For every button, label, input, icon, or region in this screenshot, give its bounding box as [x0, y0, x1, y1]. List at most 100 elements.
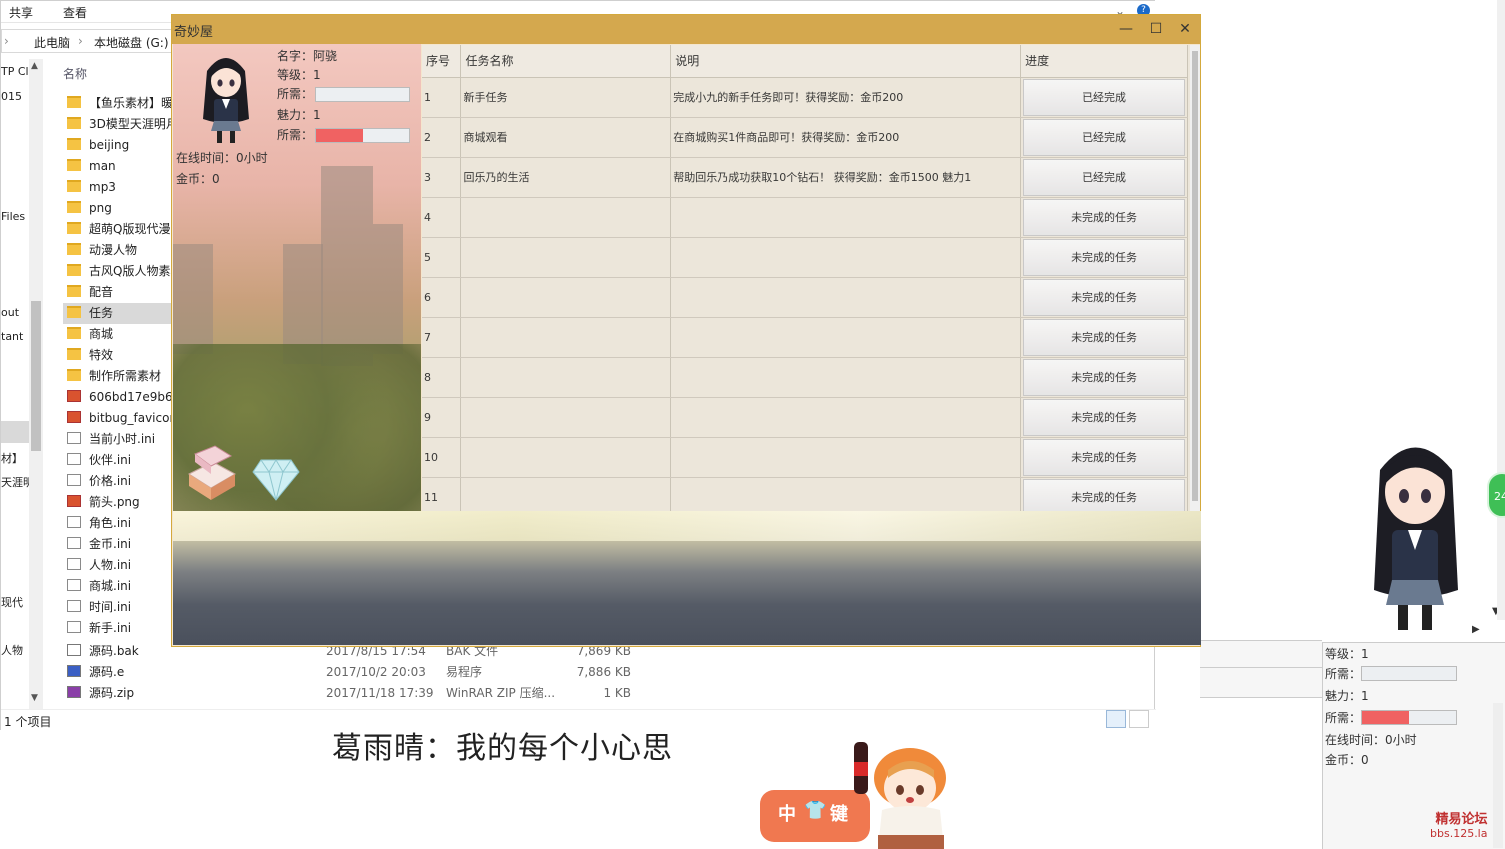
file-row[interactable]: 特效	[63, 345, 178, 366]
task-status-button[interactable]: 未完成的任务	[1023, 358, 1185, 396]
large-icons-view-icon[interactable]	[1129, 710, 1149, 728]
task-row[interactable]: 8 未完成的任务	[422, 357, 1188, 398]
file-row[interactable]: 当前小时.ini	[63, 429, 178, 450]
file-row[interactable]: 新手.ini	[63, 618, 178, 639]
file-row[interactable]: 箭头.png	[63, 492, 178, 513]
file-row[interactable]: 606bd17e9b6a	[63, 387, 178, 408]
file-row[interactable]: 人物.ini	[63, 555, 178, 576]
maximize-button[interactable]: ☐	[1142, 18, 1170, 40]
file-row[interactable]: 金币.ini	[63, 534, 178, 555]
ini-file-icon	[67, 579, 81, 591]
task-name	[460, 357, 672, 398]
book-icon[interactable]	[185, 444, 237, 502]
task-status-button[interactable]: 未完成的任务	[1023, 198, 1185, 236]
nav-item[interactable]: tant	[1, 330, 23, 343]
address-bar[interactable]: › 此电脑 › 本地磁盘 (G:)	[1, 29, 176, 53]
task-status-button[interactable]: 已经完成	[1023, 158, 1185, 196]
file-row[interactable]: 角色.ini	[63, 513, 178, 534]
task-name	[460, 237, 672, 278]
task-row[interactable]: 5 未完成的任务	[422, 237, 1188, 278]
col-header-id[interactable]: 序号	[422, 45, 462, 78]
file-name: 任务	[89, 306, 114, 320]
scroll-right-icon[interactable]: ▶	[1472, 624, 1480, 635]
file-row[interactable]: 源码.e 2017/10/2 20:03 易程序 7,886 KB	[63, 662, 663, 683]
close-button[interactable]: ✕	[1171, 18, 1199, 40]
col-header-progress[interactable]: 进度	[1020, 45, 1188, 78]
file-row[interactable]: man	[63, 156, 178, 177]
shirt-icon: 👕	[804, 800, 827, 821]
task-row[interactable]: 2 商城观看 在商城购买1件商品即可！获得奖励：金币200 已经完成	[422, 117, 1188, 158]
file-row[interactable]: 商城.ini	[63, 576, 178, 597]
sky-highlight	[173, 511, 1201, 541]
ribbon-tab-view[interactable]: 查看	[63, 4, 87, 21]
task-row[interactable]: 3 回乐乃的生活 帮助回乐乃成功获取10个钻石！ 获得奖励：金币1500 魅力1 已经…	[422, 157, 1188, 198]
task-row[interactable]: 9 未完成的任务	[422, 397, 1188, 438]
task-status-button[interactable]: 未完成的任务	[1023, 398, 1185, 436]
file-row[interactable]: beijing	[63, 135, 178, 156]
file-row[interactable]: 古风Q版人物素材	[63, 261, 178, 282]
file-row[interactable]: 源码.zip 2017/11/18 17:39 WinRAR ZIP 压缩... 1 …	[63, 683, 663, 704]
task-row[interactable]: 1 新手任务 完成小九的新手任务即可！获得奖励：金币200 已经完成	[422, 77, 1188, 118]
task-row[interactable]: 10 未完成的任务	[422, 437, 1188, 478]
task-row[interactable]: 6 未完成的任务	[422, 277, 1188, 318]
background-building	[373, 224, 403, 354]
breadcrumb-this-pc[interactable]: 此电脑	[34, 34, 70, 51]
file-row[interactable]: bitbug_favicon.	[63, 408, 178, 429]
folder-icon	[67, 96, 81, 108]
ribbon-tab-share[interactable]: 共享	[9, 4, 33, 21]
task-status-button[interactable]: 未完成的任务	[1023, 278, 1185, 316]
file-row[interactable]: 价格.ini	[63, 471, 178, 492]
task-table-scrollbar[interactable]	[1190, 45, 1200, 511]
rp-gold: 金币：0	[1325, 753, 1369, 767]
scroll-down-icon[interactable]: ▼	[31, 693, 38, 703]
minimize-button[interactable]: —	[1112, 18, 1140, 40]
task-status-button[interactable]: 未完成的任务	[1023, 438, 1185, 476]
task-status-button[interactable]: 未完成的任务	[1023, 318, 1185, 356]
file-row[interactable]: png	[63, 198, 178, 219]
nav-scroll-thumb[interactable]	[31, 301, 41, 451]
file-row[interactable]: 配音	[63, 282, 178, 303]
scroll-up-icon[interactable]: ▲	[31, 61, 38, 71]
task-id: 7	[422, 317, 462, 358]
nav-item[interactable]: 人物	[1, 642, 23, 658]
file-row[interactable]: 【鱼乐素材】暖暖	[63, 93, 178, 114]
file-row[interactable]: 3D模型天涯明月	[63, 114, 178, 135]
nav-item[interactable]: Files	[1, 210, 25, 223]
details-view-icon[interactable]	[1106, 710, 1126, 728]
file-name: 商城.ini	[89, 579, 132, 593]
nav-item[interactable]: TP Cl	[1, 65, 29, 78]
task-description: 帮助回乐乃成功获取10个钻石！ 获得奖励：金币1500 魅力1	[670, 157, 1022, 198]
task-status-button[interactable]: 未完成的任务	[1023, 478, 1185, 511]
file-row[interactable]: 伙伴.ini	[63, 450, 178, 471]
nav-item[interactable]: 现代	[1, 594, 23, 610]
file-row[interactable]: 动漫人物	[63, 240, 178, 261]
file-row[interactable]: 时间.ini	[63, 597, 178, 618]
task-table-scroll-thumb[interactable]	[1192, 51, 1198, 501]
right-scrollbar[interactable]	[1497, 0, 1505, 620]
forum-watermark: 精易论坛 bbs.125.la	[1430, 808, 1487, 840]
rp-scrollbar[interactable]	[1493, 703, 1503, 848]
column-header-name[interactable]: 名称	[63, 65, 87, 82]
file-row[interactable]: 超萌Q版现代漫画	[63, 219, 178, 240]
task-row[interactable]: 7 未完成的任务	[422, 317, 1188, 358]
folder-icon	[67, 285, 81, 297]
file-row[interactable]: 制作所需素材	[63, 366, 178, 387]
task-status-button[interactable]: 已经完成	[1023, 78, 1185, 116]
nav-item[interactable]: out	[1, 306, 19, 319]
task-progress-cell: 未完成的任务	[1020, 197, 1188, 238]
file-row[interactable]: mp3	[63, 177, 178, 198]
task-row[interactable]: 11 未完成的任务	[422, 477, 1188, 511]
col-header-description[interactable]: 说明	[670, 45, 1022, 78]
task-status-button[interactable]: 未完成的任务	[1023, 238, 1185, 276]
nav-item[interactable]: 015	[1, 90, 22, 103]
task-status-button[interactable]: 已经完成	[1023, 118, 1185, 156]
file-row[interactable]: 商城	[63, 324, 178, 345]
file-name: 人物.ini	[89, 558, 132, 572]
side-float-button[interactable]: 24	[1487, 472, 1505, 518]
diamond-icon[interactable]	[251, 456, 301, 502]
task-row[interactable]: 4 未完成的任务	[422, 197, 1188, 238]
nav-item[interactable]: 材】	[1, 450, 23, 466]
breadcrumb-drive[interactable]: 本地磁盘 (G:)	[94, 34, 169, 51]
file-row[interactable]: 任务	[63, 303, 178, 324]
col-header-task-name[interactable]: 任务名称	[460, 45, 672, 78]
